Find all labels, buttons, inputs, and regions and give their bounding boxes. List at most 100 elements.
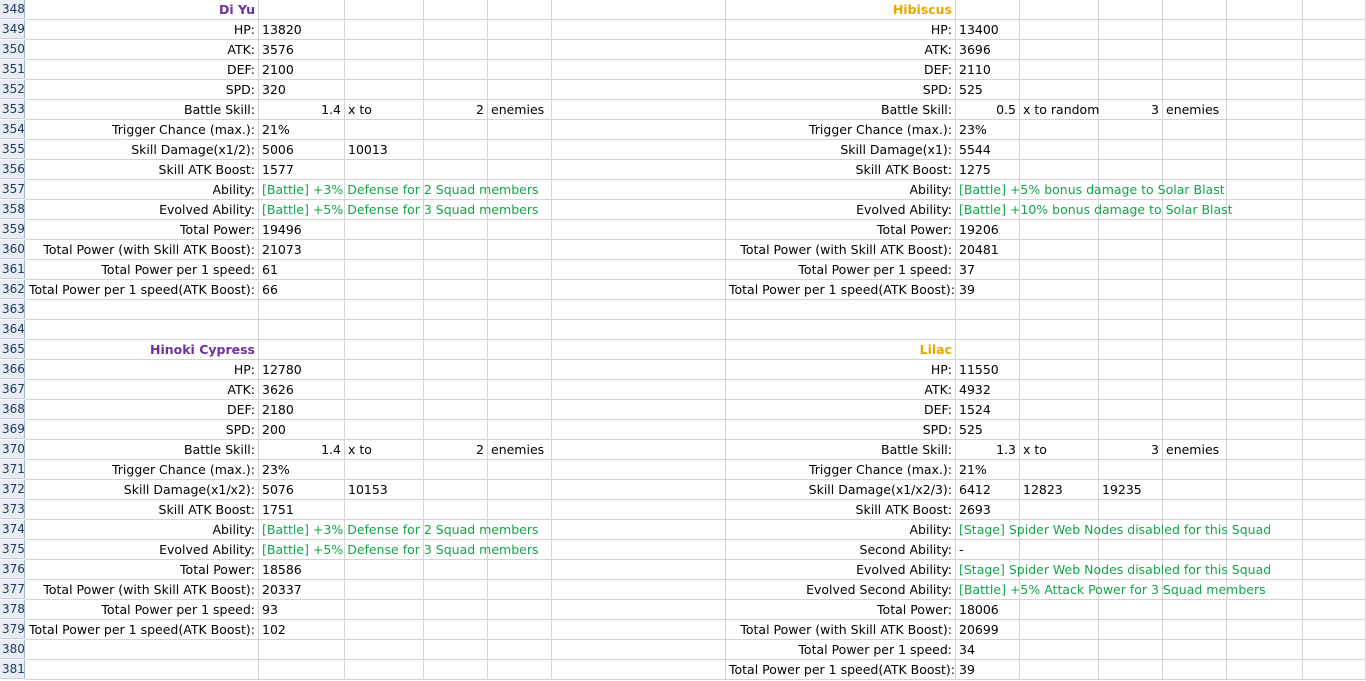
unit-name-cell[interactable]: Hinoki Cypress [25,340,259,360]
ability-text[interactable]: [Battle] +3% Defense for 2 Squad members [259,180,538,200]
empty-cell[interactable] [552,20,726,40]
empty-cell[interactable] [1099,660,1163,680]
stat-label[interactable]: SPD: [726,80,956,100]
stat-label[interactable]: Ability: [25,180,259,200]
empty-cell[interactable] [424,40,488,60]
empty-cell[interactable] [424,480,488,500]
empty-cell[interactable] [25,300,259,320]
skill-unit[interactable]: enemies [488,440,552,460]
empty-cell[interactable] [1099,360,1163,380]
skill-target-text[interactable]: x to random [1020,100,1099,120]
stat-label[interactable]: Ability: [25,520,259,540]
row-header[interactable]: 349 [0,20,25,39]
stat-value[interactable]: 18006 [956,600,1020,620]
empty-cell[interactable] [345,420,424,440]
empty-cell[interactable] [1099,500,1163,520]
empty-cell[interactable] [956,340,1020,360]
row-header[interactable]: 354 [0,120,25,139]
stat-label[interactable]: DEF: [25,400,259,420]
stat-value[interactable]: 2693 [956,500,1020,520]
empty-cell[interactable] [1163,260,1227,280]
empty-cell[interactable] [1163,600,1227,620]
empty-cell[interactable] [345,400,424,420]
empty-cell[interactable] [552,180,726,200]
empty-cell[interactable] [1227,280,1303,300]
empty-cell[interactable] [552,80,726,100]
stat-value[interactable]: 18586 [259,560,345,580]
empty-cell[interactable] [956,320,1020,340]
empty-cell[interactable] [1020,420,1099,440]
empty-cell[interactable] [345,360,424,380]
stat-value[interactable]: 66 [259,280,345,300]
empty-cell[interactable] [345,460,424,480]
empty-cell[interactable] [488,560,552,580]
empty-cell[interactable] [1227,120,1303,140]
unit-name-cell[interactable]: Di Yu [25,0,259,20]
stat-label[interactable]: ATK: [726,40,956,60]
empty-cell[interactable] [25,660,259,680]
empty-cell[interactable] [345,220,424,240]
empty-cell[interactable] [1099,540,1163,560]
stat-value[interactable]: 3576 [259,40,345,60]
empty-cell[interactable] [259,320,345,340]
stat-value[interactable]: 39 [956,660,1020,680]
empty-cell[interactable] [1099,640,1163,660]
empty-cell[interactable] [488,580,552,600]
stat-label[interactable]: Total Power per 1 speed(ATK Boost): [726,280,956,300]
stat-label[interactable]: Total Power per 1 speed: [25,600,259,620]
empty-cell[interactable] [488,20,552,40]
stat-value[interactable]: 320 [259,80,345,100]
empty-cell[interactable] [1099,300,1163,320]
empty-cell[interactable] [1099,40,1163,60]
empty-cell[interactable] [1163,360,1227,380]
empty-cell[interactable] [1163,380,1227,400]
empty-cell[interactable] [1163,240,1227,260]
empty-cell[interactable] [1303,400,1366,420]
empty-cell[interactable] [1099,280,1163,300]
empty-cell[interactable] [1020,400,1099,420]
empty-cell[interactable] [1303,220,1366,240]
row-header[interactable]: 364 [0,320,25,339]
stat-value[interactable]: 19235 [1099,480,1163,500]
empty-cell[interactable] [1020,0,1099,20]
empty-cell[interactable] [1020,360,1099,380]
stat-label[interactable]: Total Power per 1 speed(ATK Boost): [25,280,259,300]
empty-cell[interactable] [424,600,488,620]
empty-cell[interactable] [488,300,552,320]
stat-label[interactable]: Total Power per 1 speed: [726,260,956,280]
empty-cell[interactable] [552,520,726,540]
empty-cell[interactable] [552,0,726,20]
empty-cell[interactable] [552,100,726,120]
empty-cell[interactable] [424,300,488,320]
empty-cell[interactable] [424,580,488,600]
stat-value[interactable]: 6412 [956,480,1020,500]
empty-cell[interactable] [424,240,488,260]
skill-count[interactable]: 3 [1099,440,1163,460]
empty-cell[interactable] [1227,260,1303,280]
stat-value[interactable]: 1524 [956,400,1020,420]
stat-label[interactable]: DEF: [726,400,956,420]
empty-cell[interactable] [259,640,345,660]
empty-cell[interactable] [1099,140,1163,160]
empty-cell[interactable] [1099,460,1163,480]
empty-cell[interactable] [345,300,424,320]
empty-cell[interactable] [1303,580,1366,600]
empty-cell[interactable] [488,600,552,620]
empty-cell[interactable] [488,40,552,60]
empty-cell[interactable] [488,480,552,500]
empty-cell[interactable] [345,640,424,660]
empty-cell[interactable] [1303,260,1366,280]
stat-label[interactable]: ATK: [25,380,259,400]
empty-cell[interactable] [552,380,726,400]
empty-cell[interactable] [552,600,726,620]
row-header[interactable]: 377 [0,580,25,599]
ability-text[interactable]: [Stage] Spider Web Nodes disabled for th… [956,520,1271,540]
stat-value[interactable]: 525 [956,80,1020,100]
stat-label[interactable]: Total Power: [726,600,956,620]
stat-value[interactable]: 5544 [956,140,1020,160]
stat-label[interactable]: Battle Skill: [726,440,956,460]
stat-label[interactable]: Total Power per 1 speed(ATK Boost): [726,660,956,680]
empty-cell[interactable] [424,20,488,40]
stat-label[interactable]: DEF: [726,60,956,80]
empty-cell[interactable] [1020,540,1099,560]
